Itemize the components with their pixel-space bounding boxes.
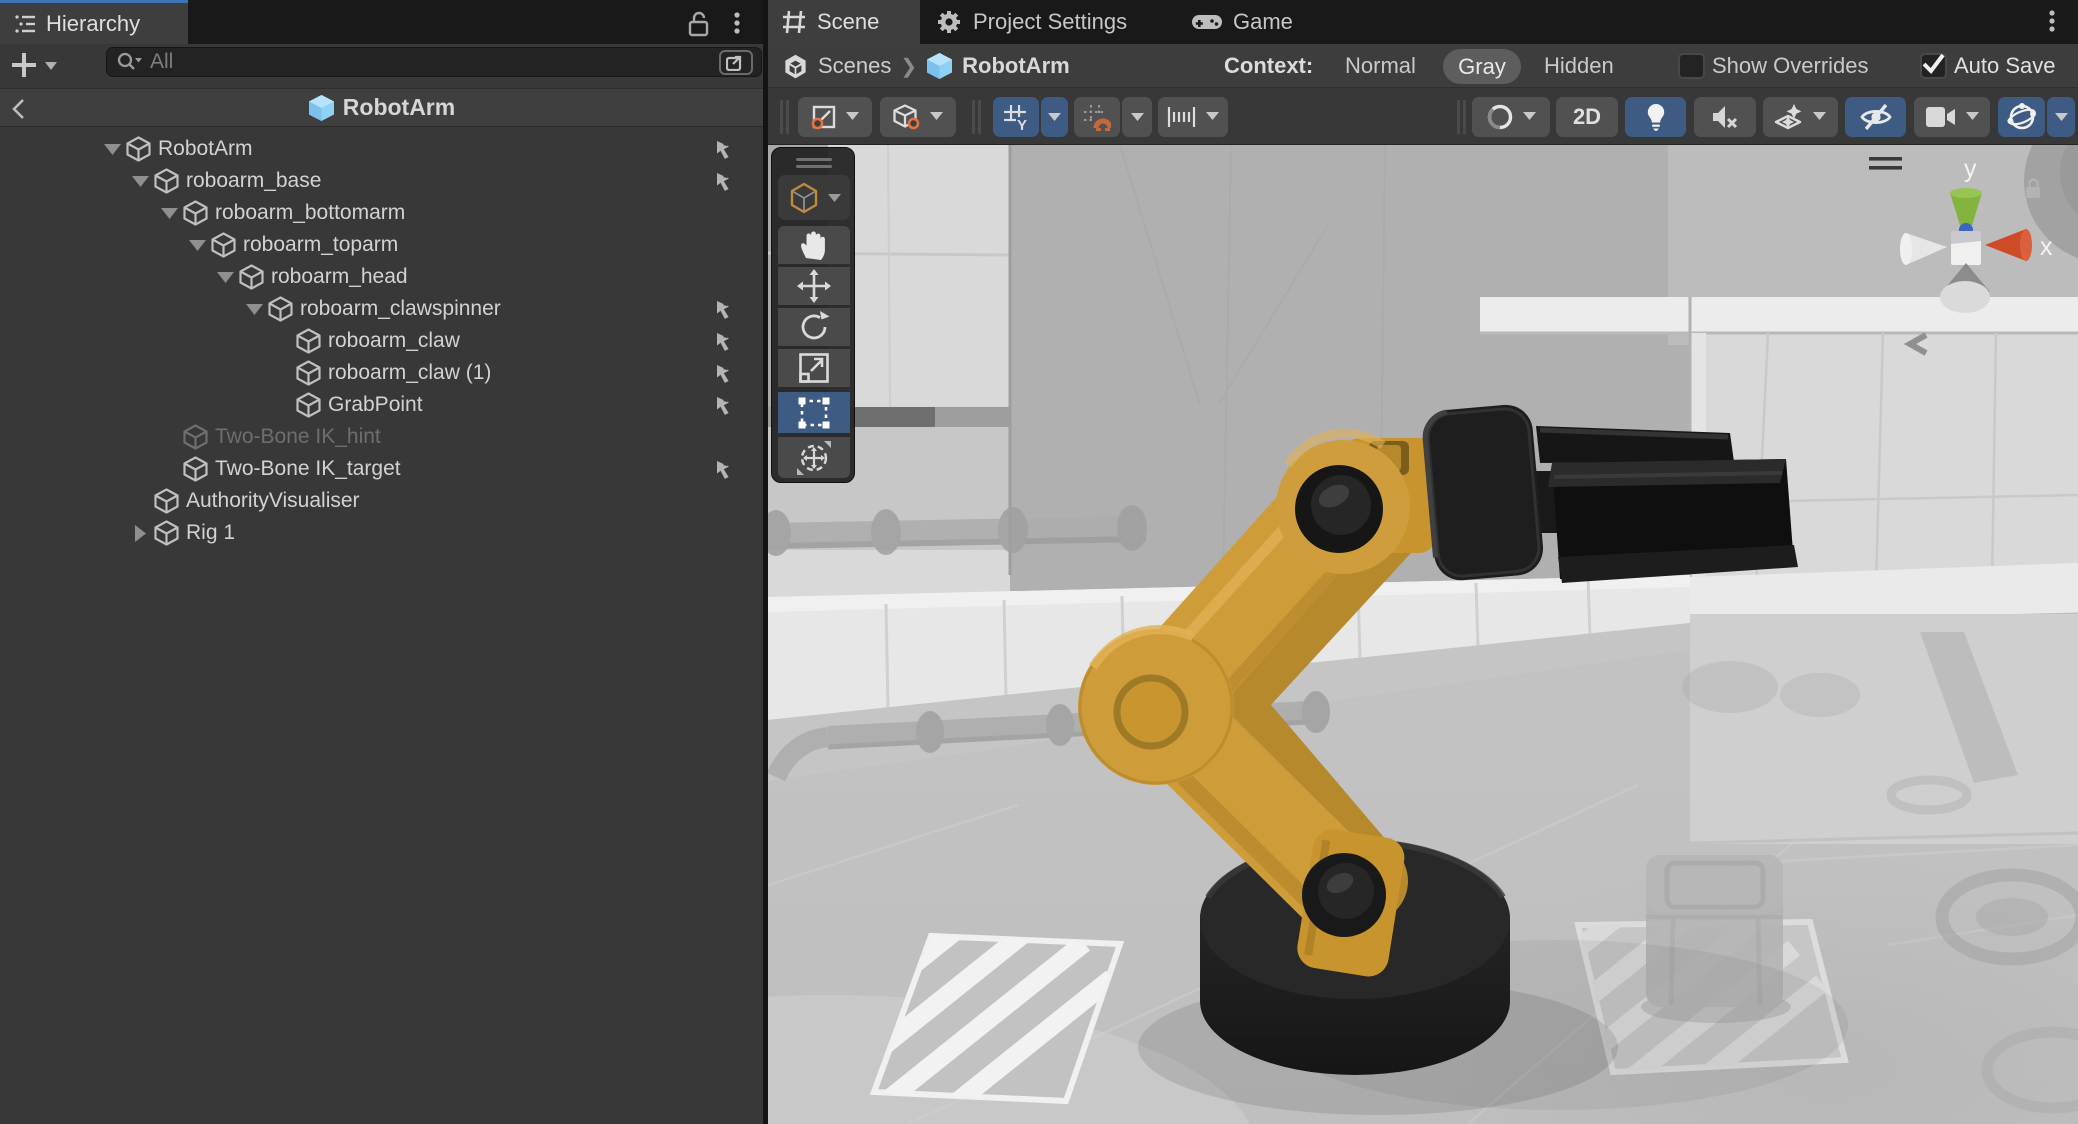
svg-text:y: y <box>1964 155 1977 183</box>
svg-text:x: x <box>2040 233 2053 261</box>
svg-text:Y: Y <box>1017 117 1027 131</box>
